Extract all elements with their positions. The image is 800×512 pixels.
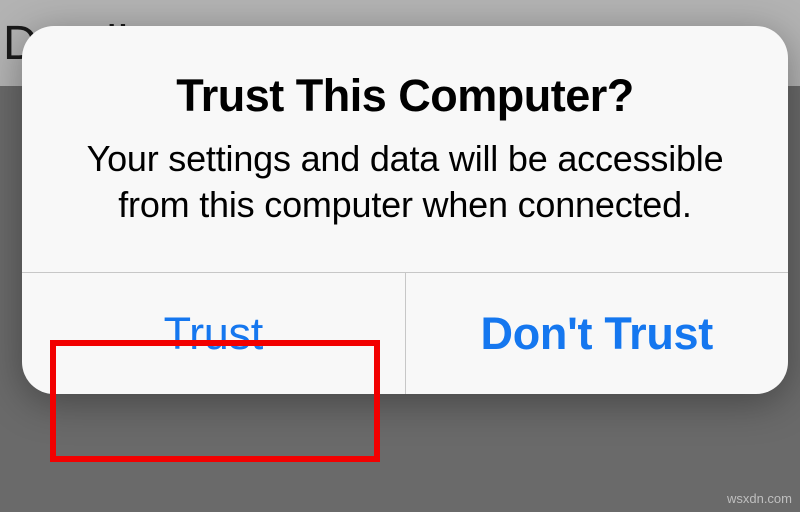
trust-button[interactable]: Trust — [22, 273, 406, 394]
alert-title: Trust This Computer? — [72, 70, 738, 122]
trust-computer-alert: Trust This Computer? Your settings and d… — [22, 26, 788, 394]
dont-trust-button[interactable]: Don't Trust — [406, 273, 789, 394]
alert-button-row: Trust Don't Trust — [22, 272, 788, 394]
alert-body: Trust This Computer? Your settings and d… — [22, 26, 788, 272]
alert-message: Your settings and data will be accessibl… — [72, 136, 738, 228]
watermark-text: wsxdn.com — [727, 491, 792, 506]
